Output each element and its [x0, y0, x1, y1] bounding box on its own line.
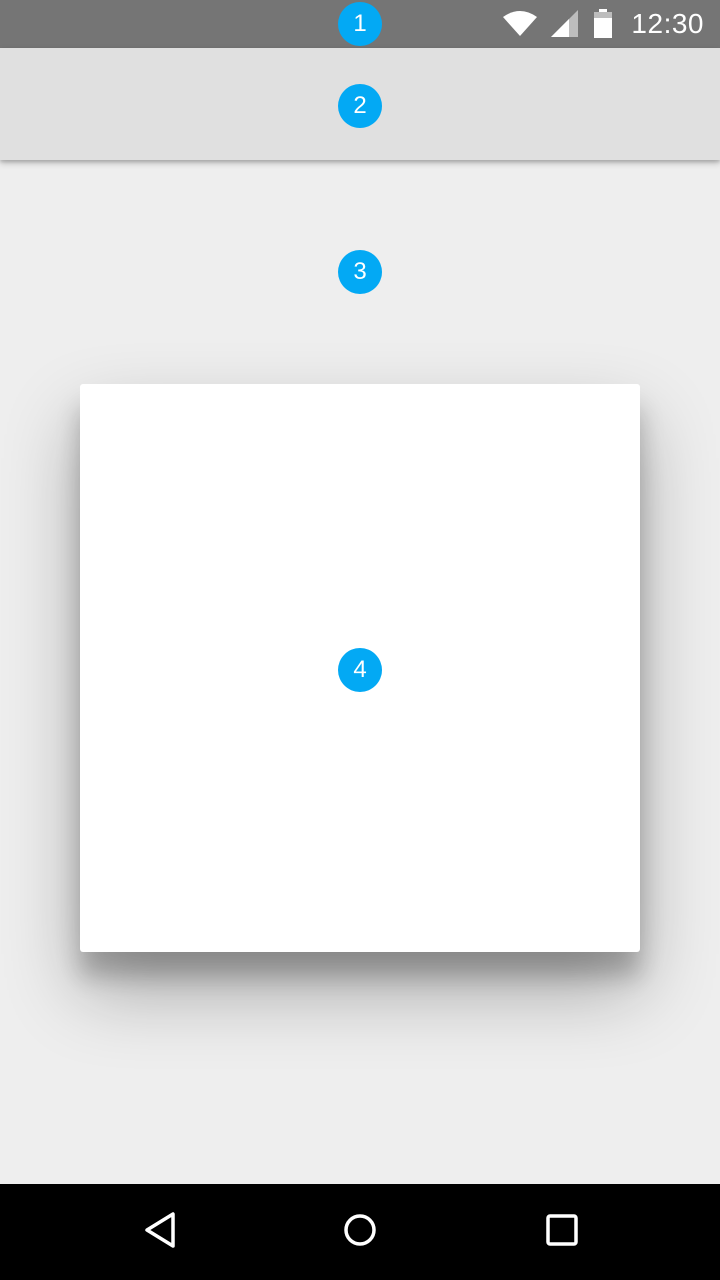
badge-card: 4 — [338, 648, 382, 692]
wifi-icon — [503, 11, 538, 37]
recents-button[interactable] — [538, 1208, 586, 1256]
badge-content: 3 — [338, 250, 382, 294]
status-icons: 12:30 — [503, 0, 704, 48]
recents-icon — [546, 1213, 578, 1251]
home-icon — [343, 1213, 377, 1252]
badge-app-bar: 2 — [338, 84, 382, 128]
back-button[interactable] — [136, 1208, 184, 1256]
navigation-bar — [0, 1184, 720, 1280]
status-time: 12:30 — [631, 8, 704, 39]
cell-signal-icon — [551, 10, 579, 38]
badge-status-bar: 1 — [338, 2, 382, 46]
back-icon — [143, 1211, 177, 1254]
battery-icon — [593, 9, 613, 39]
home-button[interactable] — [336, 1208, 384, 1256]
